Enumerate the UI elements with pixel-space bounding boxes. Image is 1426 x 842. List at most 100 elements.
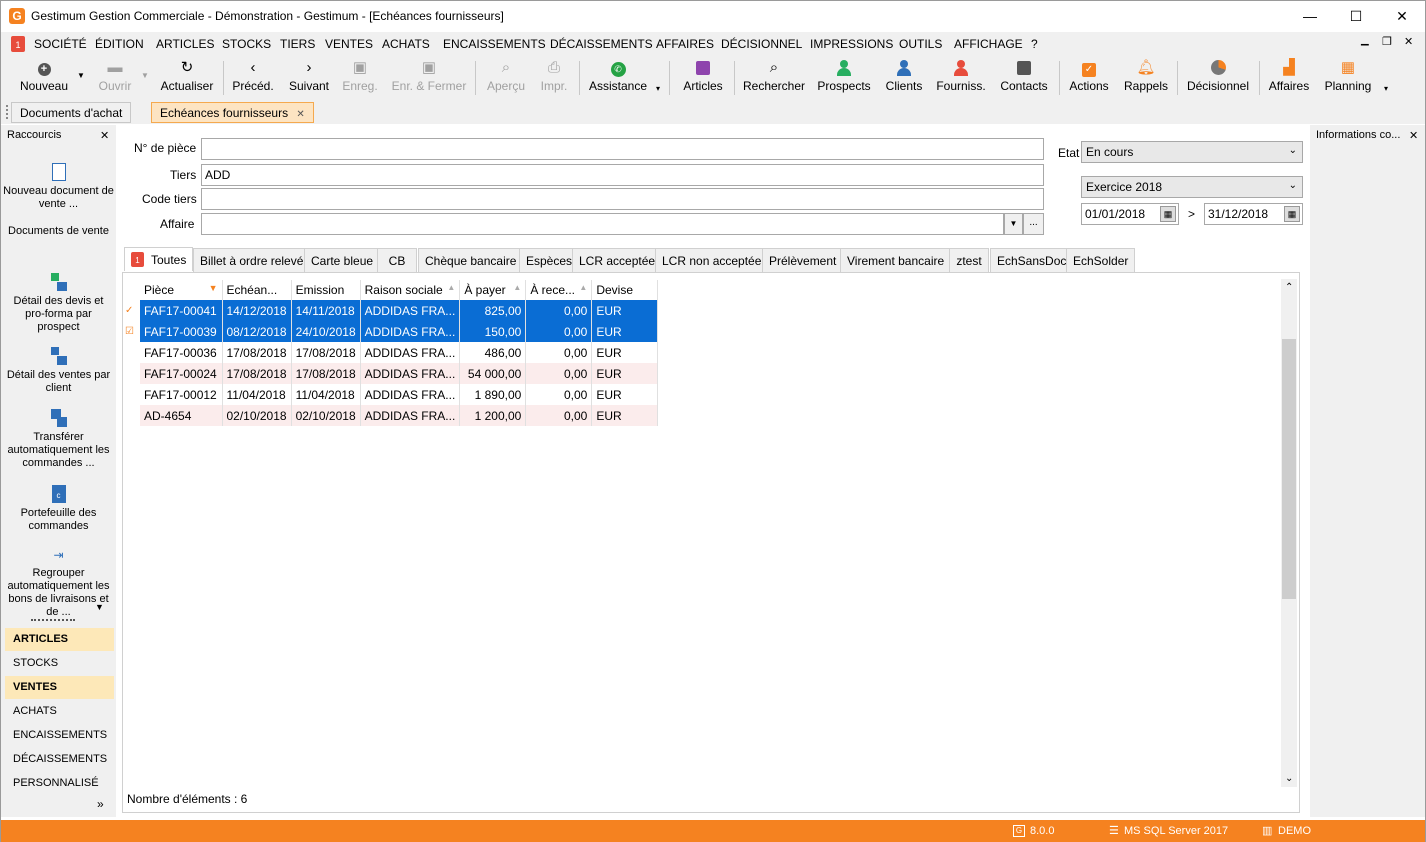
col-piece[interactable]: Pièce ▼ [140,280,223,300]
col-a-payer[interactable]: À payer ▲ [459,280,527,300]
table-row[interactable]: AD-4654 02/10/2018 02/10/2018 ADDIDAS FRA..… [123,405,659,426]
code-tiers-input[interactable] [201,188,1044,210]
rechercher-button[interactable]: ⌕ Rechercher [741,58,807,98]
actualiser-button[interactable]: ↻ Actualiser [157,58,217,98]
enregistrer-button[interactable]: ▣ Enreg. [339,58,381,98]
mdi-restore-icon[interactable]: ❐ [1382,35,1392,48]
menu-encaissements[interactable]: ENCAISSEMENTS [443,37,546,51]
menu-stocks[interactable]: STOCKS [222,37,271,51]
tab-cb[interactable]: CB [377,248,417,272]
affaires-button[interactable]: ▟ Affaires [1265,58,1313,98]
scroll-up-icon[interactable]: ⌃ [1285,282,1293,293]
actions-button[interactable]: ✓ Actions [1065,58,1113,98]
section-articles[interactable]: ARTICLES [5,628,114,651]
more-sections-icon[interactable]: » [97,797,104,811]
shortcut-portefeuille-commandes[interactable]: c Portefeuille des commandes [3,485,114,533]
menu-impressions[interactable]: IMPRESSIONS [810,37,893,51]
contacts-button[interactable]: Contacts [997,58,1051,98]
section-stocks[interactable]: STOCKS [5,652,114,675]
imprimer-button[interactable]: ⎙ Impr. [536,58,572,98]
menu-edition[interactable]: ÉDITION [95,37,144,51]
fournisseurs-button[interactable]: Fourniss. [934,58,988,98]
scrollbar-thumb[interactable] [1282,339,1296,599]
tab-lcr-non-acceptee[interactable]: LCR non acceptée [655,248,769,272]
menu-help[interactable]: ? [1031,37,1038,51]
tab-echeances-fournisseurs[interactable]: Echéances fournisseurs ✕ [151,102,314,123]
apercu-button[interactable]: ⌕ Aperçu [483,58,529,98]
tab-carte-bleue[interactable]: Carte bleue [304,248,381,272]
menu-articles[interactable]: ARTICLES [156,37,214,51]
section-decaissements[interactable]: DÉCAISSEMENTS [5,748,114,771]
info-panel-close-icon[interactable]: ✕ [1409,129,1418,142]
tab-billet-ordre[interactable]: Billet à ordre relevé [193,248,311,272]
etat-select[interactable]: En cours ⌄ [1081,141,1303,163]
shortcut-documents-vente[interactable]: Documents de vente [3,225,114,238]
col-echeance[interactable]: Echéan... [222,280,292,300]
section-achats[interactable]: ACHATS [5,700,114,723]
tab-echsolder[interactable]: EchSolder [1066,248,1136,272]
menu-affaires[interactable]: AFFAIRES [656,37,714,51]
col-devise[interactable]: Devise [591,280,659,300]
toolbar-overflow-icon[interactable]: ▾ [656,84,660,93]
assistance-button[interactable]: ✆ Assistance [586,58,650,98]
shortcut-detail-ventes[interactable]: Détail des ventes par client [3,347,114,395]
table-row[interactable]: FAF17-00036 17/08/2018 17/08/2018 ADDIDAS F… [123,342,659,363]
shortcuts-close-icon[interactable]: ✕ [100,129,109,142]
shortcut-transferer-commandes[interactable]: Transférer automatiquement les commandes… [3,409,114,470]
mdi-minimize-icon[interactable]: ▁ [1361,35,1369,46]
table-row[interactable]: FAF17-00012 11/04/2018 11/04/2018 ADDIDAS F… [123,384,659,405]
scroll-down-icon[interactable]: ▼ [95,602,104,612]
ouvrir-button[interactable]: ▬ Ouvrir [93,58,137,98]
scroll-down-icon[interactable]: ⌄ [1285,773,1293,784]
clients-button[interactable]: Clients [882,58,926,98]
menu-achats[interactable]: ACHATS [382,37,430,51]
tab-especes[interactable]: Espèces [519,248,580,272]
tab-lcr-acceptee[interactable]: LCR acceptée [572,248,663,272]
vertical-scrollbar[interactable]: ⌃ ⌄ [1281,279,1297,787]
menu-ventes[interactable]: VENTES [325,37,373,51]
nouveau-dropdown-icon[interactable]: ▼ [77,71,85,80]
menu-affichage[interactable]: AFFICHAGE [954,37,1023,51]
menu-outils[interactable]: OUTILS [899,37,942,51]
articles-button[interactable]: Articles [679,58,727,98]
tab-toutes[interactable]: 1 Toutes [124,247,194,271]
exercice-select[interactable]: Exercice 2018 ⌄ [1081,176,1303,198]
menu-decisionnel[interactable]: DÉCISIONNEL [721,37,802,51]
col-raison-sociale[interactable]: Raison sociale ▲ [360,280,461,300]
calendar-picker-icon[interactable]: ▦ [1284,206,1300,222]
prospects-button[interactable]: Prospects [815,58,873,98]
section-ventes[interactable]: VENTES [5,676,114,699]
ouvrir-dropdown-icon[interactable]: ▼ [141,71,149,80]
nouveau-button[interactable]: + Nouveau [15,58,73,98]
splitter-grip[interactable] [31,619,75,621]
close-button[interactable]: ✕ [1379,1,1425,32]
calendar-picker-icon[interactable]: ▦ [1160,206,1176,222]
tab-documents-achat[interactable]: Documents d'achat [11,102,132,123]
menu-societe[interactable]: SOCIÉTÉ [34,37,87,51]
table-row[interactable]: ☑ FAF17-00039 08/12/2018 24/10/2018 ADDIDAS … [123,321,659,342]
affaire-input[interactable] [201,213,1004,235]
maximize-button[interactable]: ☐ [1333,1,1379,32]
shortcut-nouveau-document[interactable]: Nouveau document de vente ... [3,163,114,211]
calendar-icon[interactable]: 1 [11,36,25,52]
rappels-button[interactable]: 🔔︎ Rappels [1121,58,1171,98]
enregistrer-fermer-button[interactable]: ▣ Enr. & Fermer [389,58,469,98]
shortcut-detail-devis[interactable]: Détail des devis et pro-forma par prospe… [3,273,114,334]
suivant-button[interactable]: › Suivant [285,58,333,98]
tab-virement-bancaire[interactable]: Virement bancaire [840,248,952,272]
tab-echsansdoc[interactable]: EchSansDoc [990,248,1074,272]
menu-decaissements[interactable]: DÉCAISSEMENTS [550,37,653,51]
affaire-browse-button[interactable]: ... [1023,213,1044,235]
tiers-input[interactable]: ADD [201,164,1044,186]
table-row[interactable]: FAF17-00024 17/08/2018 17/08/2018 ADDIDAS F… [123,363,659,384]
tab-prelevement[interactable]: Prélèvement [762,248,844,272]
col-a-recevoir[interactable]: À rece... ▲ [525,280,593,300]
section-personnalise[interactable]: PERSONNALISÉ [5,772,114,795]
decisionnel-button[interactable]: Décisionnel [1183,58,1253,98]
planning-button[interactable]: ▦ Planning [1321,58,1375,98]
affaire-dropdown-icon[interactable]: ▼ [1004,213,1023,235]
tab-ztest[interactable]: ztest [949,248,989,272]
minimize-button[interactable]: — [1287,1,1333,32]
tab-close-icon[interactable]: ✕ [296,109,304,120]
table-row[interactable]: ✓ FAF17-00041 14/12/2018 14/11/2018 ADDIDAS … [123,300,659,321]
